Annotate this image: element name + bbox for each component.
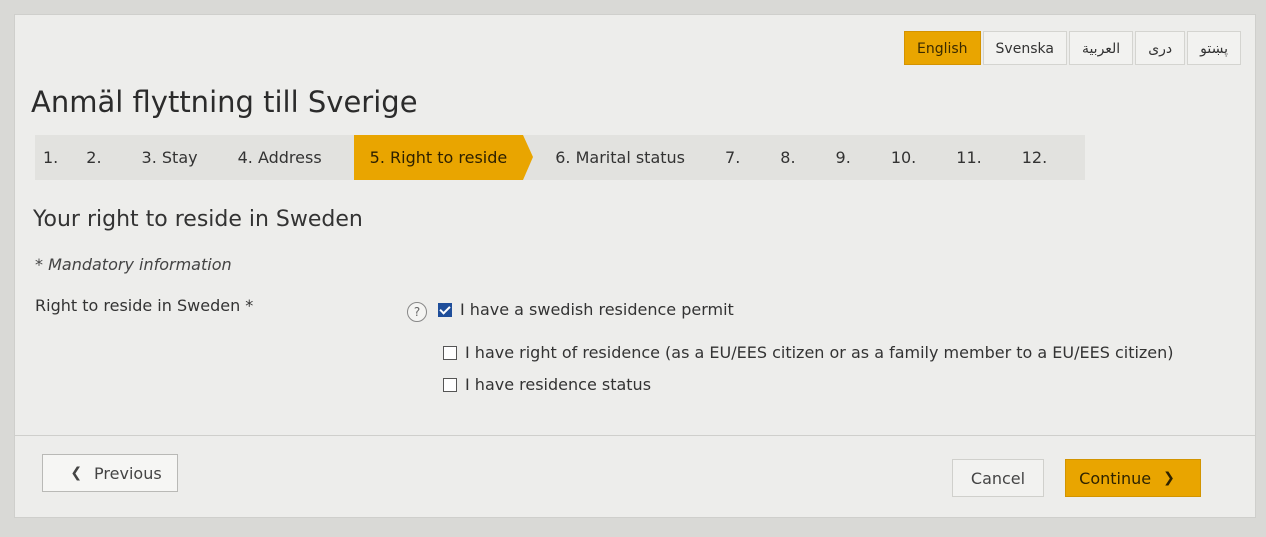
step-4[interactable]: 4. Address [230,135,330,180]
lang-dari[interactable]: دری [1135,31,1186,65]
chevron-left-icon: ❮ [70,465,83,481]
option-right-of-residence-label: I have right of residence (as a EU/EES c… [465,343,1174,362]
step-6[interactable]: 6. Marital status [547,135,693,180]
divider [15,435,1255,436]
language-selector: English Svenska العربية دری پښتو [902,31,1241,65]
option-residence-status-label: I have residence status [465,375,652,394]
continue-label: Continue [1079,468,1152,488]
cancel-button[interactable]: Cancel [952,459,1044,497]
option-residence-permit[interactable]: I have a swedish residence permit [438,300,734,319]
step-11[interactable]: 11. [948,135,989,180]
chevron-right-icon: ❯ [1163,470,1175,486]
continue-button[interactable]: Continue ❯ [1065,459,1201,497]
checkbox-right-of-residence[interactable] [443,345,457,360]
lang-arabic[interactable]: العربية [1068,31,1134,65]
mandatory-note: * Mandatory information [35,255,232,274]
help-icon[interactable]: ? [407,302,427,322]
step-3[interactable]: 3. Stay [134,135,206,180]
step-7[interactable]: 7. [717,135,748,180]
step-8[interactable]: 8. [772,135,803,180]
step-12[interactable]: 12. [1014,135,1055,180]
section-title: Your right to reside in Sweden [33,207,363,232]
page-title: Anmäl flyttning till Sverige [31,85,418,119]
lang-svenska[interactable]: Svenska [982,31,1067,65]
step-1[interactable]: 1. [35,135,66,180]
step-9[interactable]: 9. [828,135,859,180]
option-residence-permit-label: I have a swedish residence permit [460,300,734,319]
lang-pashto[interactable]: پښتو [1187,31,1241,65]
checkbox-residence-permit[interactable] [438,302,452,317]
step-10[interactable]: 10. [883,135,924,180]
checkbox-residence-status[interactable] [443,377,457,392]
step-5-active[interactable]: 5. Right to reside [353,135,533,180]
step-progress: 1. 2. 3. Stay 4. Address 5. Right to res… [35,135,1085,180]
step-2[interactable]: 2. [78,135,109,180]
lang-english[interactable]: English [903,31,981,65]
form-page: English Svenska العربية دری پښتو Anmäl f… [14,14,1256,518]
previous-label: Previous [94,463,162,483]
right-to-reside-label: Right to reside in Sweden * [35,296,254,315]
previous-button[interactable]: ❮ Previous [42,454,178,492]
option-residence-status[interactable]: I have residence status [443,375,651,394]
option-right-of-residence[interactable]: I have right of residence (as a EU/EES c… [443,343,1174,362]
